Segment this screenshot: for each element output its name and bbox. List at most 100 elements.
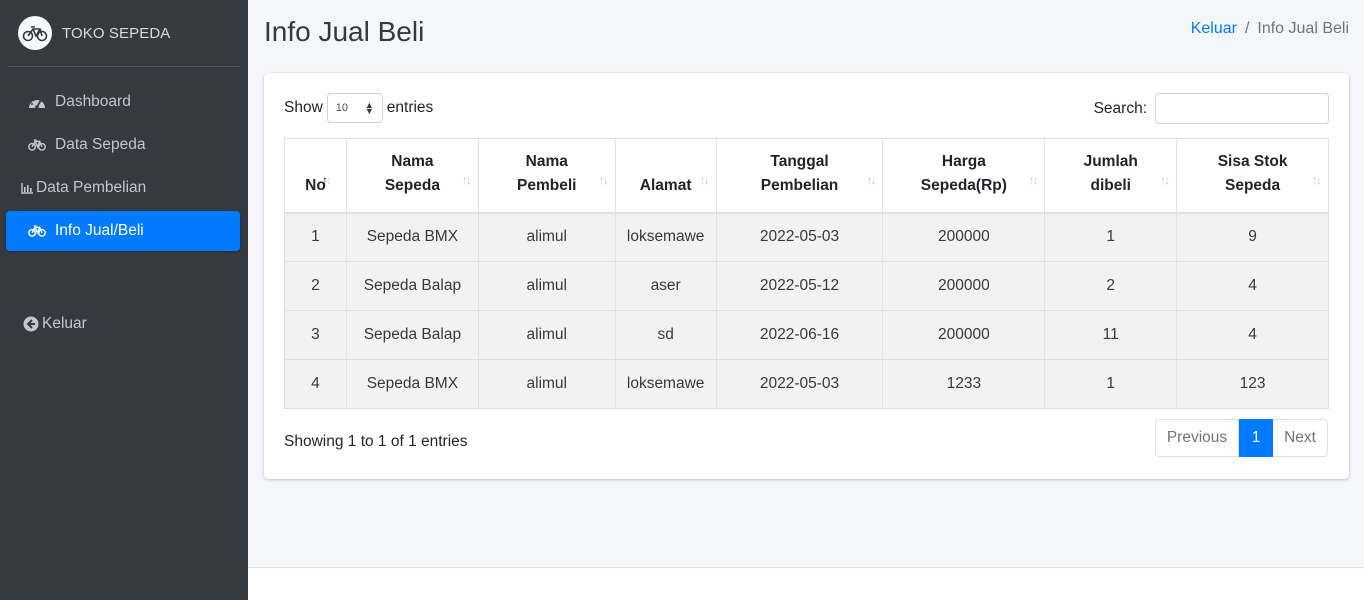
sort-icon: ↑↓: [1312, 172, 1322, 187]
breadcrumb-current: Info Jual Beli: [1257, 20, 1349, 37]
bicycle-logo-icon: [18, 16, 52, 50]
entries-label: entries: [386, 99, 434, 116]
table-row: 4 Sepeda BMX alimul loksemawe 2022-05-03…: [284, 359, 1329, 409]
table-cell: alimul: [477, 261, 616, 311]
table-cell: 2022-05-03: [715, 359, 884, 409]
table-cell: 2022-05-03: [715, 212, 884, 262]
table-info: Showing 1 to 1 of 1 entries: [284, 433, 468, 450]
breadcrumb-separator: /: [1244, 20, 1250, 37]
page-footer: [248, 567, 1364, 600]
table-cell: alimul: [477, 359, 616, 409]
entries-length-control: Show 10 ▲ ▼ entries: [284, 93, 433, 123]
table-cell: 4: [284, 359, 347, 409]
table-cell: 4: [1176, 261, 1329, 311]
logout-label: Keluar: [42, 315, 87, 332]
sort-asc-icon: ↑↓: [321, 172, 332, 187]
column-header-sisa-stok[interactable]: Sisa Stok Sepeda ↑↓: [1176, 138, 1329, 214]
header-label: Alamat: [639, 176, 692, 194]
column-header-jumlah-dibeli[interactable]: Jumlah dibeli ↑↓: [1044, 138, 1178, 214]
search-control: Search:: [1094, 93, 1329, 124]
table-cell: 200000: [882, 261, 1046, 311]
sort-icon: ↑↓: [866, 172, 876, 187]
table-cell: 1: [284, 212, 347, 262]
table-row: 3 Sepeda Balap alimul sd 2022-06-16 2000…: [284, 310, 1329, 360]
sidebar-item-label: Data Pembelian: [36, 179, 147, 196]
tachometer-icon: [26, 93, 48, 111]
table-cell: 2: [1044, 261, 1178, 311]
breadcrumb-link-keluar[interactable]: Keluar: [1191, 20, 1237, 37]
header-label: Sisa Stok: [1217, 152, 1288, 170]
header-label: Sepeda: [1225, 176, 1281, 194]
table-cell: Sepeda BMX: [345, 212, 479, 262]
sort-icon: ↑↓: [699, 172, 710, 187]
brand-name: TOKO SEPEDA: [62, 24, 171, 42]
sidebar-item-label: Data Sepeda: [55, 136, 146, 153]
sidebar-item-info-jual-beli[interactable]: Info Jual/Beli: [6, 211, 240, 251]
breadcrumb: Keluar / Info Jual Beli: [1191, 20, 1349, 38]
select-caret-icon: ▲ ▼: [364, 100, 374, 116]
table-cell: 2: [284, 261, 347, 311]
table-cell: loksemawe: [614, 359, 717, 409]
column-header-nama-sepeda[interactable]: Nama Sepeda ↑↓: [345, 138, 479, 214]
table-cell: 3: [284, 310, 347, 360]
bar-chart-icon: [20, 179, 34, 197]
table-header-row: No ↑↓ Nama Sepeda ↑↓ Nama Pembeli ↑↓ Alamat ↑↓…: [284, 138, 1329, 214]
content-header: Info Jual Beli Keluar / Info Jual Beli: [264, 14, 1349, 54]
entries-value: 10: [335, 102, 349, 114]
table-cell: Sepeda Balap: [345, 310, 479, 360]
table-cell: 9: [1176, 212, 1329, 262]
next-page-button[interactable]: Next: [1273, 419, 1328, 457]
table-cell: 4: [1176, 310, 1329, 360]
sidebar-item-label: Info Jual/Beli: [55, 222, 144, 239]
header-label: Sepeda(Rp): [920, 176, 1007, 194]
column-header-harga-sepeda[interactable]: Harga Sepeda(Rp) ↑↓: [882, 138, 1046, 214]
table-cell: 1233: [882, 359, 1046, 409]
sidebar-item-dashboard[interactable]: Dashboard: [6, 82, 240, 122]
table-cell: 1: [1044, 212, 1178, 262]
sort-icon: ↑↓: [1028, 172, 1038, 187]
table-cell: 200000: [882, 212, 1046, 262]
header-label: Sepeda: [384, 176, 440, 194]
header-label: Harga: [941, 152, 986, 170]
page-1-button[interactable]: 1: [1239, 419, 1273, 457]
column-header-alamat[interactable]: Alamat ↑↓: [614, 138, 717, 214]
table-cell: alimul: [477, 212, 616, 262]
table-cell: Sepeda BMX: [345, 359, 479, 409]
sort-icon: ↑↓: [1160, 172, 1170, 187]
sidebar-item-data-pembelian[interactable]: Data Pembelian: [6, 168, 240, 208]
sort-icon: ↑↓: [598, 172, 609, 187]
header-label: Pembeli: [517, 176, 577, 194]
previous-page-button[interactable]: Previous: [1155, 419, 1239, 457]
header-label: Tanggal: [770, 152, 829, 170]
pagination: Previous 1 Next: [1155, 419, 1328, 457]
column-header-no[interactable]: No ↑↓: [284, 138, 347, 214]
search-input[interactable]: [1155, 93, 1329, 124]
search-label: Search:: [1093, 99, 1147, 117]
table-cell: 200000: [882, 310, 1046, 360]
brand-link[interactable]: TOKO SEPEDA: [8, 0, 240, 67]
column-header-nama-pembeli[interactable]: Nama Pembeli ↑↓: [477, 138, 616, 214]
table-row: 2 Sepeda Balap alimul aser 2022-05-12 20…: [284, 261, 1329, 311]
table-cell: sd: [614, 310, 717, 360]
table-cell: 1: [1044, 359, 1178, 409]
bicycle-icon: [26, 222, 48, 240]
column-header-tanggal-pembelian[interactable]: Tanggal Pembelian ↑↓: [715, 138, 884, 214]
sidebar-item-label: Dashboard: [55, 93, 131, 110]
header-label: Pembelian: [760, 176, 839, 194]
arrow-circle-left-icon: [22, 315, 40, 333]
table-cell: aser: [614, 261, 717, 311]
sort-icon: ↑↓: [461, 172, 472, 187]
table-cell: loksemawe: [614, 212, 717, 262]
sidebar-item-logout[interactable]: Keluar: [6, 304, 240, 344]
sidebar-nav: Dashboard Data Sepeda Data Pembelian Inf…: [6, 82, 240, 254]
page-title: Info Jual Beli: [264, 16, 425, 47]
header-label: dibeli: [1090, 176, 1131, 194]
entries-select[interactable]: 10 ▲ ▼: [326, 93, 383, 123]
table-cell: 11: [1044, 310, 1178, 360]
sidebar-item-data-sepeda[interactable]: Data Sepeda: [6, 125, 240, 165]
header-label: Jumlah: [1083, 152, 1138, 170]
table-cell: Sepeda Balap: [345, 261, 479, 311]
table-cell: 2022-06-16: [715, 310, 884, 360]
sales-table: No ↑↓ Nama Sepeda ↑↓ Nama Pembeli ↑↓ Alamat ↑↓…: [284, 138, 1329, 409]
show-label: Show: [284, 99, 323, 116]
